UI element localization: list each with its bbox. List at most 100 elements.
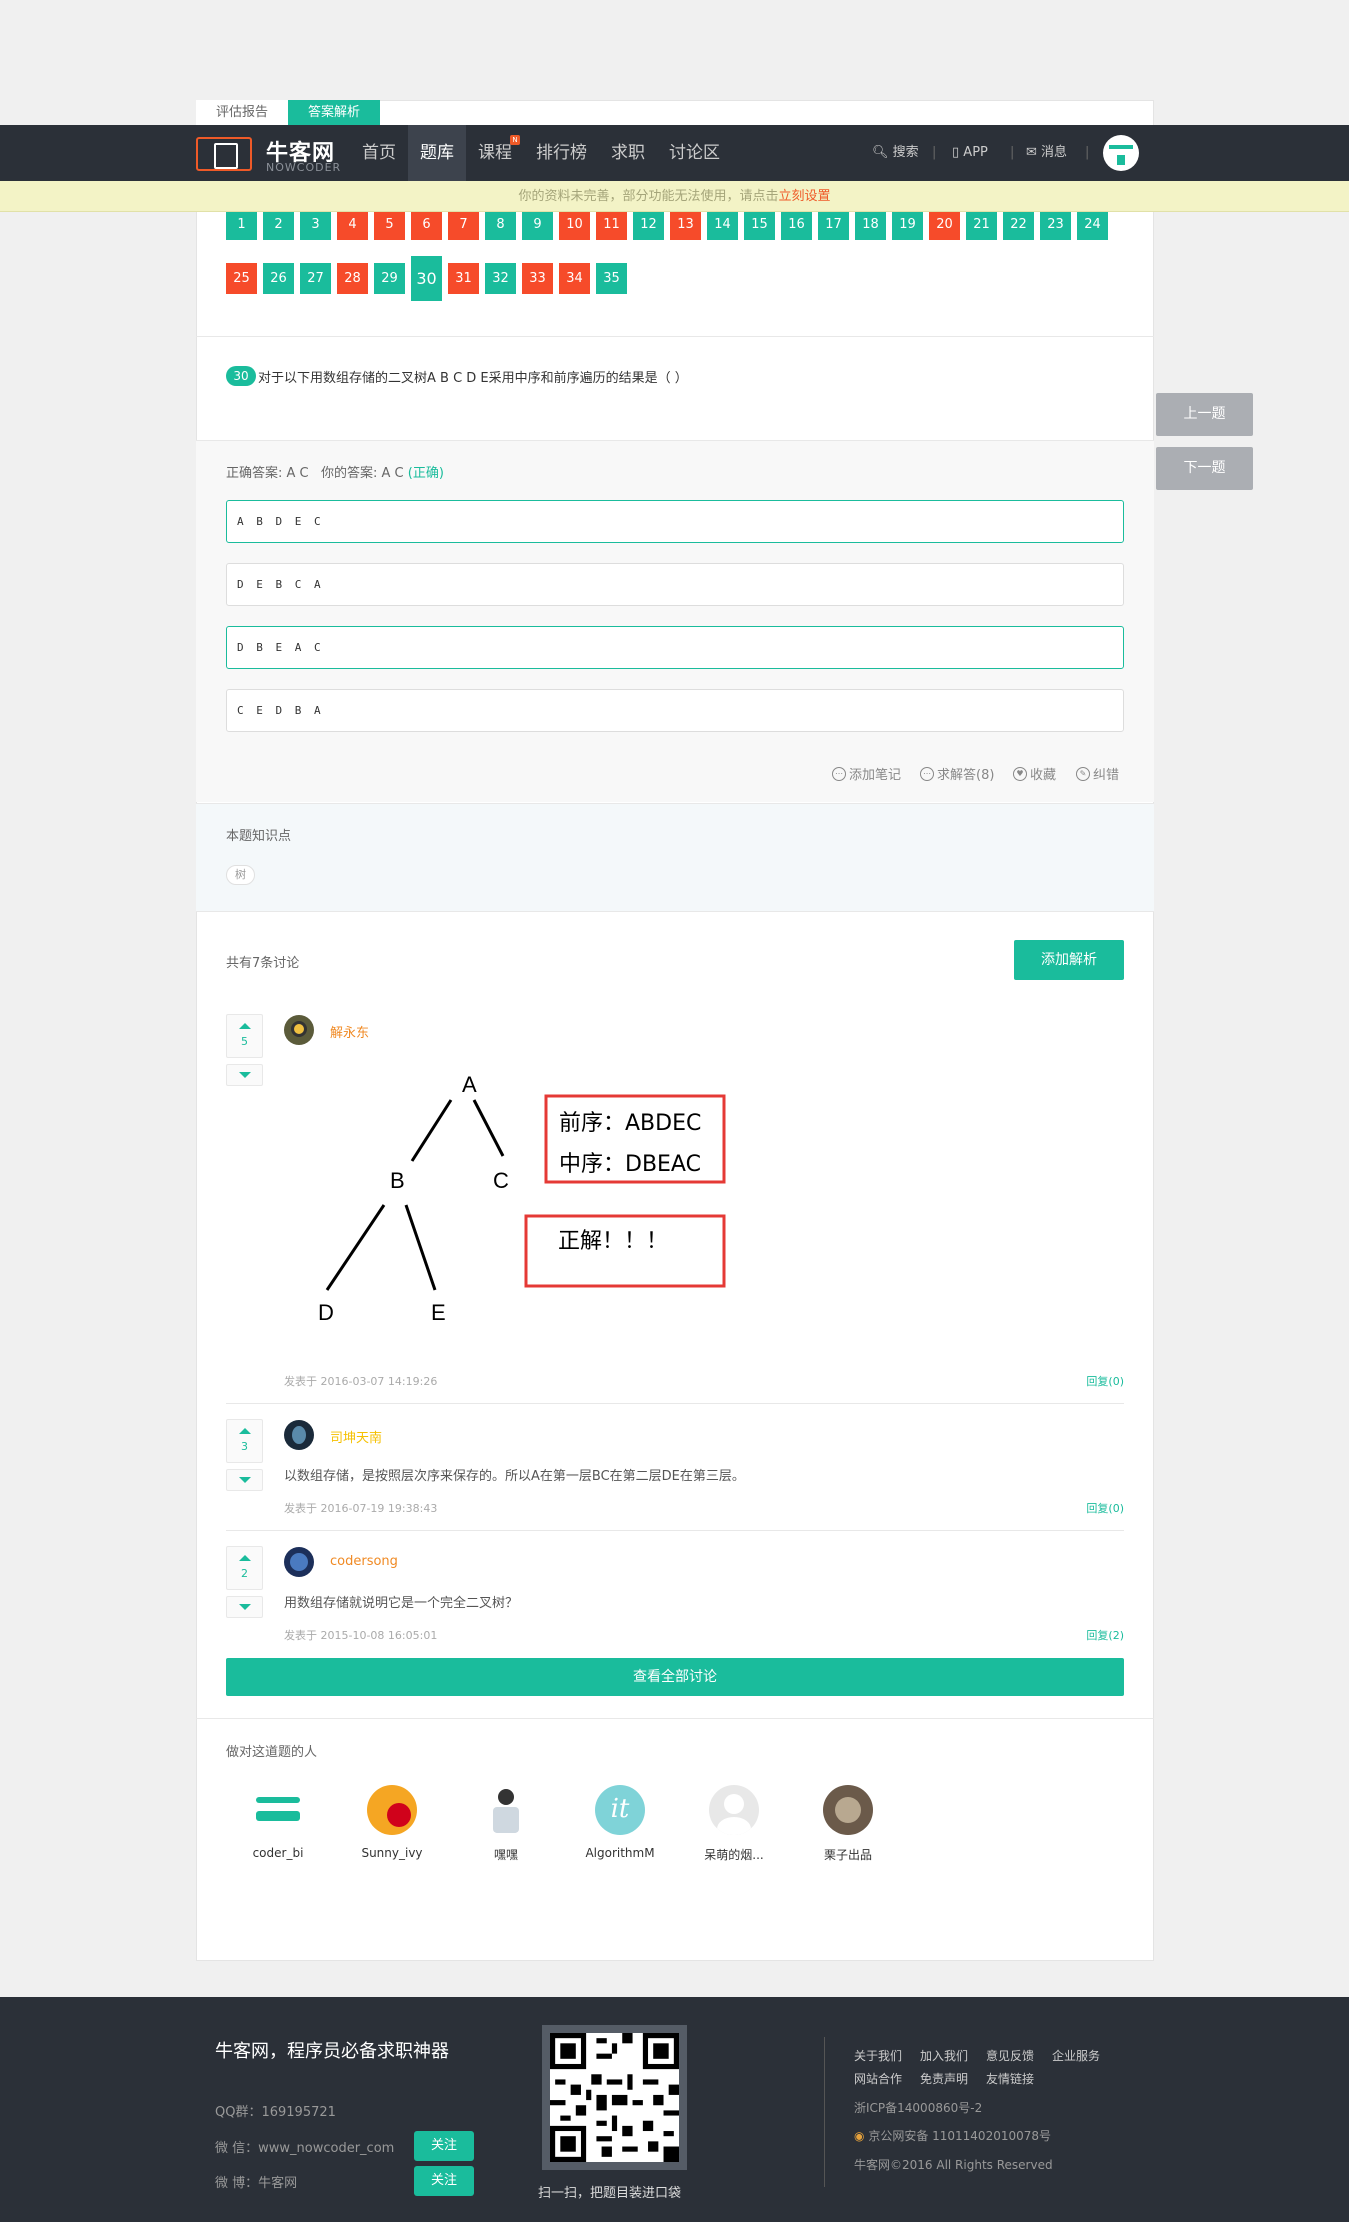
user-avatar[interactable] (1103, 135, 1139, 171)
next-question-button[interactable]: 下一题 (1156, 447, 1253, 490)
reply-link[interactable]: 回复(0) (1086, 1373, 1124, 1389)
prev-question-button[interactable]: 上一题 (1156, 393, 1253, 436)
question-number-badge: 30 (226, 366, 256, 386)
new-badge: N (510, 135, 520, 145)
question-number-14[interactable]: 14 (707, 209, 738, 240)
question-number-34[interactable]: 34 (559, 263, 590, 294)
question-number-5[interactable]: 5 (374, 209, 405, 240)
avatar[interactable] (284, 1015, 314, 1045)
option-c[interactable]: D B E A C (226, 626, 1124, 669)
favorite-button[interactable]: ♥ 收藏 (1013, 764, 1056, 783)
person-card[interactable]: it AlgorithmM (575, 1785, 665, 1860)
view-all-discussion-button[interactable]: 查看全部讨论 (226, 1658, 1124, 1696)
question-number-35[interactable]: 35 (596, 263, 627, 294)
footer-link-friends[interactable]: 友情链接 (986, 2070, 1034, 2087)
question-number-11[interactable]: 11 (596, 209, 627, 240)
question-number-15[interactable]: 15 (744, 209, 775, 240)
tree-edge (325, 1204, 386, 1291)
tab-analysis[interactable]: 答案解析 (288, 100, 381, 126)
nav-home[interactable]: 首页 (350, 125, 408, 181)
comment-author[interactable]: codersong (330, 1554, 398, 1569)
avatar[interactable] (284, 1420, 314, 1450)
person-card[interactable]: Sunny_ivy (347, 1785, 437, 1860)
question-number-23[interactable]: 23 (1040, 209, 1071, 240)
footer-link-partner[interactable]: 网站合作 (854, 2070, 902, 2087)
question-number-21[interactable]: 21 (966, 209, 997, 240)
add-analysis-button[interactable]: 添加解析 (1014, 940, 1124, 980)
question-number-17[interactable]: 17 (818, 209, 849, 240)
question-number-27[interactable]: 27 (300, 263, 331, 294)
nav-jobs[interactable]: 求职 (599, 125, 657, 181)
notice-link[interactable]: 立刻设置 (779, 189, 831, 204)
question-number-9[interactable]: 9 (522, 209, 553, 240)
question-number-4[interactable]: 4 (337, 209, 368, 240)
answer-text: 正确答案: A C 你的答案: A C (226, 466, 404, 481)
question-number-2[interactable]: 2 (263, 209, 294, 240)
person-card[interactable]: 嘿嘿 (461, 1785, 551, 1863)
person-card[interactable]: 呆萌的烟... (689, 1785, 779, 1863)
question-number-32[interactable]: 32 (485, 263, 516, 294)
site-logo[interactable]: 牛客网 NOWCODER (196, 133, 346, 175)
person-name: 栗子出品 (823, 1848, 872, 1862)
question-number-31[interactable]: 31 (448, 263, 479, 294)
question-number-26[interactable]: 26 (263, 263, 294, 294)
report-error-button[interactable]: ✎ 纠错 (1076, 764, 1119, 783)
question-number-12[interactable]: 12 (633, 209, 664, 240)
question-number-30[interactable]: 30 (411, 256, 442, 301)
question-number-20[interactable]: 20 (929, 209, 960, 240)
upvote-button[interactable]: 3 (226, 1419, 263, 1463)
question-number-6[interactable]: 6 (411, 209, 442, 240)
option-b[interactable]: D E B C A (226, 563, 1124, 606)
comment-author[interactable]: 司坤天南 (330, 1427, 382, 1446)
question-number-25[interactable]: 25 (226, 263, 257, 294)
footer-divider (824, 2037, 825, 2187)
option-a[interactable]: A B D E C (226, 500, 1124, 543)
ask-answer-button[interactable]: ⋯ 求解答(8) (920, 764, 994, 783)
reply-link[interactable]: 回复(2) (1086, 1627, 1124, 1643)
question-number-29[interactable]: 29 (374, 263, 405, 294)
answer-section (196, 440, 1154, 802)
add-note-button[interactable]: ⋯ 添加笔记 (832, 764, 901, 783)
comment-author[interactable]: 解永东 (330, 1022, 369, 1041)
question-number-22[interactable]: 22 (1003, 209, 1034, 240)
footer-link-disclaimer[interactable]: 免责声明 (920, 2070, 968, 2087)
nav-search[interactable]: 🔍︎ 搜索 (872, 125, 919, 181)
nav-discussion[interactable]: 讨论区 (657, 125, 732, 181)
question-number-28[interactable]: 28 (337, 263, 368, 294)
question-number-33[interactable]: 33 (522, 263, 553, 294)
logo-icon (196, 137, 252, 171)
avatar[interactable] (284, 1547, 314, 1577)
question-number-1[interactable]: 1 (226, 209, 257, 240)
footer-link-join[interactable]: 加入我们 (920, 2047, 968, 2064)
downvote-button[interactable] (226, 1064, 263, 1086)
question-number-10[interactable]: 10 (559, 209, 590, 240)
upvote-button[interactable]: 2 (226, 1546, 263, 1590)
knowledge-tag[interactable]: 树 (226, 865, 255, 885)
person-card[interactable]: 栗子出品 (803, 1785, 893, 1863)
downvote-button[interactable] (226, 1469, 263, 1491)
reply-link[interactable]: 回复(0) (1086, 1500, 1124, 1516)
question-number-3[interactable]: 3 (300, 209, 331, 240)
downvote-button[interactable] (226, 1596, 263, 1618)
option-d[interactable]: C E D B A (226, 689, 1124, 732)
nav-course[interactable]: 课程 N (466, 125, 524, 181)
follow-weibo-button[interactable]: 关注 (414, 2166, 474, 2196)
nav-app[interactable]: ▯ APP (952, 125, 988, 181)
nav-messages[interactable]: ✉ 消息 (1026, 125, 1067, 181)
follow-wechat-button[interactable]: 关注 (414, 2131, 474, 2161)
question-number-19[interactable]: 19 (892, 209, 923, 240)
tab-report[interactable]: 评估报告 (196, 100, 289, 126)
question-number-7[interactable]: 7 (448, 209, 479, 240)
person-card[interactable]: coder_bi (233, 1785, 323, 1860)
footer-link-feedback[interactable]: 意见反馈 (986, 2047, 1034, 2064)
nav-question-bank[interactable]: 题库 (408, 125, 466, 181)
question-number-13[interactable]: 13 (670, 209, 701, 240)
nav-ranking[interactable]: 排行榜 (524, 125, 599, 181)
question-number-16[interactable]: 16 (781, 209, 812, 240)
question-number-18[interactable]: 18 (855, 209, 886, 240)
upvote-button[interactable]: 5 (226, 1014, 263, 1058)
question-number-8[interactable]: 8 (485, 209, 516, 240)
footer-link-about[interactable]: 关于我们 (854, 2047, 902, 2064)
question-number-24[interactable]: 24 (1077, 209, 1108, 240)
footer-link-enterprise[interactable]: 企业服务 (1052, 2047, 1100, 2064)
